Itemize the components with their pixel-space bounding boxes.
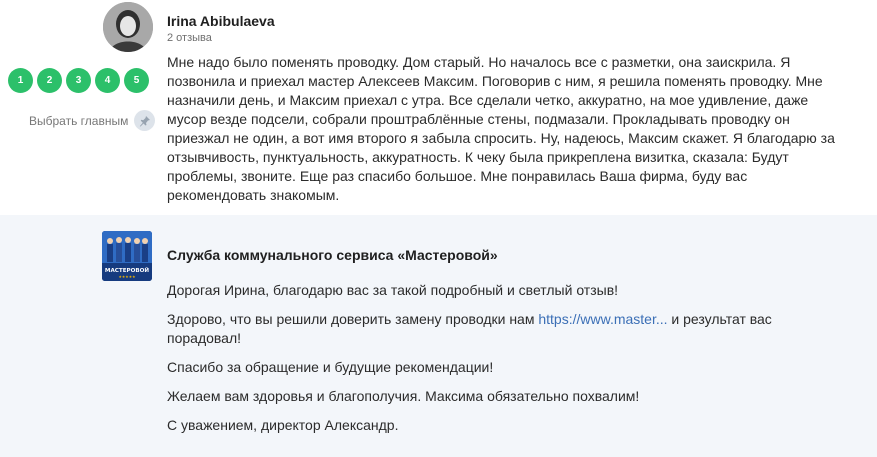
user-photo-icon — [103, 2, 153, 52]
reply-paragraph-3: Спасибо за обращение и будущие рекоменда… — [167, 359, 494, 375]
reply-paragraph-2: Здорово, что вы решили доверить замену п… — [167, 310, 827, 348]
rating-3-button[interactable]: 3 — [66, 68, 91, 93]
reply-text-before-link: Здорово, что вы решили доверить замену п… — [167, 311, 535, 327]
company-name[interactable]: Служба коммунального сервиса «Мастеровой… — [167, 247, 498, 263]
review-card: Irina Abibulaeva 2 отзыва 1 2 3 4 5 Выбр… — [0, 0, 877, 215]
author-name[interactable]: Irina Abibulaeva — [167, 13, 275, 29]
company-logo-icon: МАСТЕРОВОЙ ★★★★★ — [102, 231, 152, 281]
company-website-link[interactable]: https://www.master... — [538, 311, 667, 327]
reply-body: Дорогая Ирина, благодарю вас за такой по… — [167, 281, 827, 445]
logo-text: МАСТЕРОВОЙ — [105, 266, 150, 274]
author-review-count[interactable]: 2 отзыва — [167, 32, 212, 44]
user-avatar[interactable] — [103, 2, 153, 52]
reply-paragraph-4: Желаем вам здоровья и благополучия. Макс… — [167, 388, 640, 404]
reply-paragraph-5: С уважением, директор Александр. — [167, 417, 399, 433]
rating-1-button[interactable]: 1 — [8, 68, 33, 93]
company-reply: МАСТЕРОВОЙ ★★★★★ Служба коммунального се… — [0, 215, 877, 457]
company-logo[interactable]: МАСТЕРОВОЙ ★★★★★ — [102, 231, 152, 281]
rating-4-button[interactable]: 4 — [95, 68, 120, 93]
rating-2-button[interactable]: 2 — [37, 68, 62, 93]
choose-main-button[interactable]: Выбрать главным — [29, 110, 156, 131]
choose-main-label: Выбрать главным — [29, 113, 129, 128]
rating-5-button[interactable]: 5 — [124, 68, 149, 93]
pin-glyph-icon — [139, 115, 150, 126]
reply-paragraph-1: Дорогая Ирина, благодарю вас за такой по… — [167, 282, 619, 298]
rating-selector: 1 2 3 4 5 — [8, 68, 149, 93]
svg-text:★★★★★: ★★★★★ — [118, 274, 136, 279]
review-text: Мне надо было поменять проводку. Дом ста… — [167, 54, 835, 203]
pin-icon[interactable] — [134, 110, 156, 131]
